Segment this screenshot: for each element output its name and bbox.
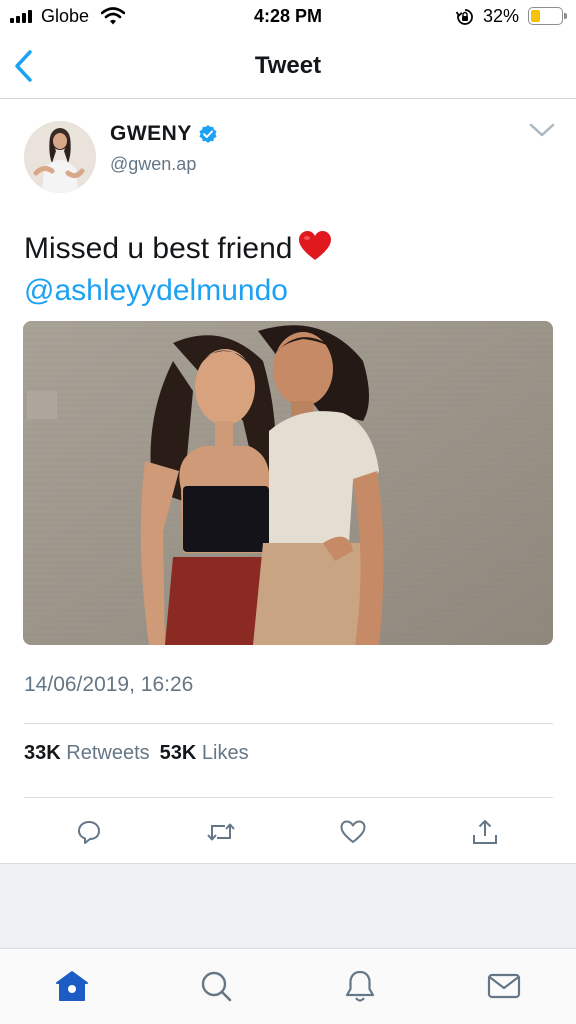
tweet-options-button[interactable]: [528, 120, 556, 140]
retweets-label: Retweets: [66, 742, 150, 764]
page-title: Tweet: [254, 52, 322, 79]
retweets-stat[interactable]: 33K Retweets: [24, 742, 150, 765]
verified-badge-icon: [199, 125, 217, 143]
tab-home[interactable]: [50, 964, 94, 1008]
tweet-text: Missed u best friend @ashleyydelmundo: [24, 228, 554, 312]
replies-area: [0, 863, 576, 949]
bell-icon: [345, 970, 375, 1002]
tweet-body: Missed u best friend: [24, 232, 293, 265]
tweet-stats: 33K Retweets 53K Likes: [24, 742, 249, 765]
avatar-image: [24, 121, 96, 193]
reply-icon: [78, 821, 100, 844]
divider: [24, 797, 553, 798]
home-icon: [56, 971, 88, 1001]
tweet-timestamp: 14/06/2019, 16:26: [24, 673, 194, 696]
tab-notifications[interactable]: [338, 964, 382, 1008]
mention-link[interactable]: @ashleyydelmundo: [24, 274, 288, 307]
battery-percent: 32%: [483, 6, 520, 26]
author-handle[interactable]: @gwen.ap: [110, 154, 196, 175]
share-icon: [473, 820, 497, 844]
mail-icon: [487, 973, 521, 999]
tab-search[interactable]: [194, 964, 238, 1008]
avatar[interactable]: [24, 121, 96, 193]
author-display-name: GWENY: [110, 122, 192, 145]
like-icon: [340, 820, 366, 843]
divider: [24, 723, 553, 724]
battery-tip: [564, 13, 567, 19]
tab-bar: [0, 950, 576, 1024]
tweet-photo[interactable]: [23, 321, 553, 645]
retweets-count: 33K: [24, 742, 61, 764]
retweet-icon: [207, 823, 235, 841]
likes-label: Likes: [201, 742, 249, 764]
nav-bar: Tweet: [0, 34, 576, 99]
tweet-actions: [0, 814, 576, 850]
share-button[interactable]: [465, 814, 505, 850]
photo-image: [23, 321, 553, 645]
chevron-down-icon: [529, 123, 555, 137]
likes-count: 53K: [159, 742, 197, 764]
reply-button[interactable]: [69, 814, 109, 850]
likes-stat[interactable]: 53K Likes: [160, 742, 249, 765]
red-heart-icon: [299, 231, 332, 260]
status-bar: Globe 4:28 PM 32%: [0, 0, 576, 34]
tab-messages[interactable]: [482, 964, 526, 1008]
search-icon: [201, 971, 232, 1002]
author-name-row[interactable]: GWENY: [110, 122, 218, 146]
retweet-button[interactable]: [201, 814, 241, 850]
like-button[interactable]: [333, 814, 373, 850]
battery-icon: [528, 7, 563, 25]
orientation-lock-icon: [455, 9, 473, 25]
